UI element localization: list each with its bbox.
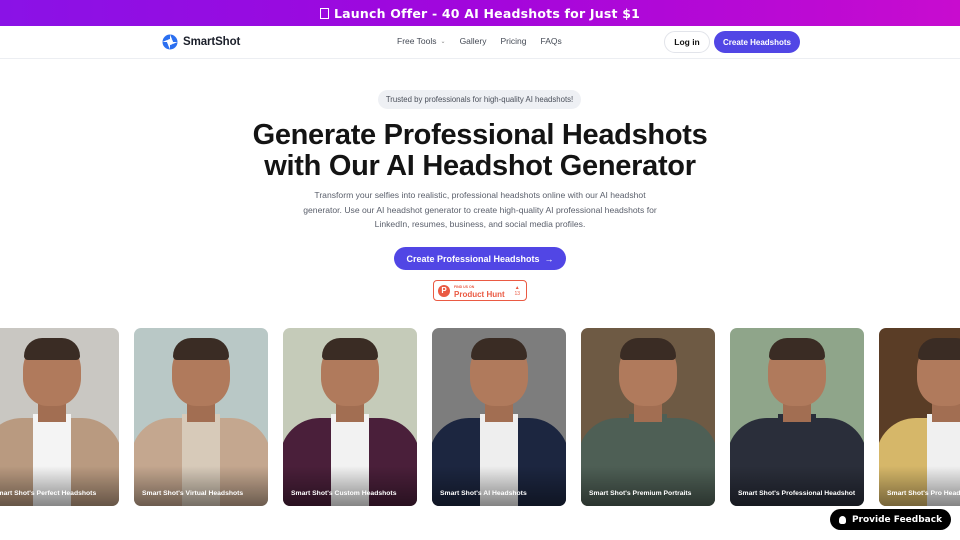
trusted-badge: Trusted by professionals for high-qualit… (378, 90, 581, 109)
aperture-logo-icon (162, 34, 178, 50)
main-menu: Free Tools ⌄ Gallery Pricing FAQs (397, 36, 576, 46)
gallery-card[interactable]: Smart Shot's Professional Headshot (730, 328, 864, 506)
headshot-gallery: Smart Shot's Perfect Headshots Smart Shot… (0, 328, 960, 508)
nav-gallery-label: Gallery (459, 36, 487, 46)
card-caption-shade (134, 466, 268, 506)
card-photo-hair (173, 338, 229, 360)
feedback-label: Provide Feedback (851, 514, 943, 525)
arrow-right-icon: → (544, 253, 554, 264)
login-button[interactable]: Log in (664, 31, 710, 53)
gift-icon (320, 7, 329, 19)
product-hunt-badge[interactable]: P FIND US ON Product Hunt ▲ 13 (433, 280, 527, 301)
gallery-card[interactable]: Smart Shot's Custom Headshots (283, 328, 417, 506)
upvote-count: ▲ 13 (514, 285, 520, 297)
card-caption-shade (432, 466, 566, 506)
card-caption: Smart Shot's Virtual Headshots (142, 490, 244, 497)
nav-free-tools-label: Free Tools (397, 36, 437, 46)
provide-feedback-button[interactable]: Provide Feedback (830, 509, 951, 530)
top-nav: SmartShot Free Tools ⌄ Gallery Pricing FA… (0, 26, 960, 59)
card-caption-shade (730, 466, 864, 506)
card-caption: Smart Shot's Custom Headshots (291, 490, 397, 497)
card-photo-hair (620, 338, 676, 360)
nav-pricing[interactable]: Pricing (501, 36, 527, 46)
hero-description: Transform your selfies into realistic, p… (303, 190, 657, 229)
card-caption-shade (0, 466, 119, 506)
product-hunt-icon: P (438, 284, 450, 297)
card-photo-hair (322, 338, 378, 360)
nav-free-tools[interactable]: Free Tools ⌄ (397, 36, 446, 46)
card-photo-hair (769, 338, 825, 360)
card-photo-hair (918, 338, 960, 360)
brand-name: SmartShot (183, 36, 241, 48)
gallery-card[interactable]: Smart Shot's AI Headshots (432, 328, 566, 506)
promo-text: Launch Offer - 40 AI Headshots for Just … (334, 5, 640, 21)
title-line-1: Generate Professional Headshots (252, 119, 708, 151)
lightbulb-icon (838, 515, 846, 524)
card-photo-hair (471, 338, 527, 360)
card-caption-shade (283, 466, 417, 506)
upvote-number: 13 (514, 291, 520, 297)
gallery-card[interactable]: Smart Shot's Premium Portraits (581, 328, 715, 506)
card-caption-shade (581, 466, 715, 506)
nav-pricing-label: Pricing (500, 36, 527, 46)
title-line-2: with Our AI Headshot Generator (264, 150, 696, 182)
card-caption: Smart Shot's AI Headshots (440, 490, 527, 497)
create-headshots-button[interactable]: Create Headshots (714, 31, 800, 53)
gallery-card[interactable]: Smart Shot's Pro Headshots (879, 328, 960, 506)
chevron-down-icon: ⌄ (440, 38, 446, 45)
gallery-card[interactable]: Smart Shot's Virtual Headshots (134, 328, 268, 506)
gallery-card[interactable]: Smart Shot's Perfect Headshots (0, 328, 119, 506)
create-professional-headshots-button[interactable]: Create Professional Headshots → (394, 247, 566, 270)
card-caption: Smart Shot's Perfect Headshots (0, 490, 97, 497)
nav-faqs-label: FAQs (540, 36, 562, 46)
cta-label: Create Professional Headshots (406, 253, 540, 264)
nav-faqs[interactable]: FAQs (540, 36, 561, 46)
card-caption: Smart Shot's Pro Headshots (887, 490, 960, 497)
promo-banner[interactable]: Launch Offer - 40 AI Headshots for Just … (0, 0, 960, 26)
page-title: Generate Professional Headshots with Our… (0, 120, 960, 182)
card-photo-hair (24, 338, 80, 360)
card-caption: Smart Shot's Premium Portraits (589, 490, 692, 497)
product-hunt-name: Product Hunt (454, 289, 505, 299)
brand-logo[interactable]: SmartShot (161, 33, 240, 51)
card-caption: Smart Shot's Professional Headshot (738, 490, 856, 497)
card-caption-shade (879, 466, 960, 506)
nav-gallery[interactable]: Gallery (460, 36, 487, 46)
